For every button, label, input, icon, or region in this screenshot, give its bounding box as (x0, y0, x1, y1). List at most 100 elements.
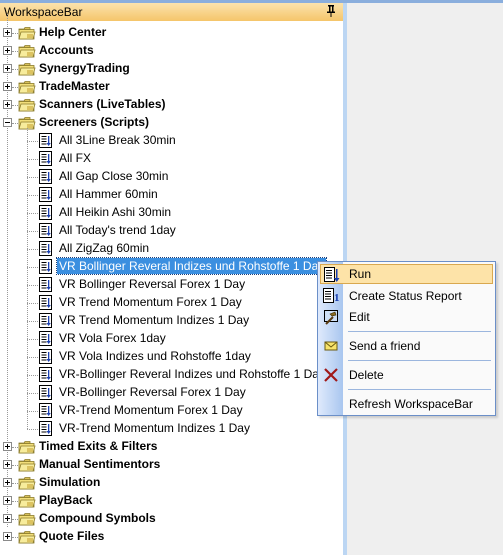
tree-script-item[interactable]: All Gap Close 30min (0, 168, 343, 186)
context-menu-item-run[interactable]: Run (320, 264, 493, 284)
expand-toggle-icon[interactable] (3, 442, 12, 451)
svg-text:1: 1 (334, 292, 339, 304)
folder-icon (18, 98, 36, 112)
expand-toggle-icon[interactable] (3, 478, 12, 487)
context-menu-item-label: Send a friend (349, 339, 421, 353)
tree-connector (27, 357, 38, 358)
tree-folder-item[interactable]: Accounts (0, 42, 343, 60)
pin-icon[interactable] (326, 4, 336, 18)
script-document-icon (39, 277, 52, 292)
script-document-icon (39, 421, 52, 436)
folder-icon (18, 62, 36, 76)
tree-script-label: All ZigZag 60min (59, 241, 150, 255)
edit-icon (323, 309, 339, 325)
tree-connector (27, 321, 38, 322)
context-menu-item-label: Refresh WorkspaceBar (349, 397, 473, 411)
tree-folder-label: Timed Exits & Filters (39, 439, 158, 453)
collapse-toggle-icon[interactable] (3, 118, 12, 127)
tree-connector (27, 267, 38, 268)
script-document-icon (39, 403, 52, 418)
tree-script-item[interactable]: All Heikin Ashi 30min (0, 204, 343, 222)
folder-icon (18, 494, 36, 508)
tree-script-item[interactable]: All ZigZag 60min (0, 240, 343, 258)
tree-connector (27, 303, 38, 304)
expand-toggle-icon[interactable] (3, 28, 12, 37)
tree-folder-item[interactable]: Screeners (Scripts) (0, 114, 343, 132)
tree-folder-item[interactable]: Scanners (LiveTables) (0, 96, 343, 114)
tree-script-label: VR Trend Momentum Forex 1 Day (59, 295, 242, 309)
tree-script-item[interactable]: VR-Trend Momentum Forex 1 Day (0, 402, 343, 420)
expand-toggle-icon[interactable] (3, 496, 12, 505)
folder-icon (18, 530, 36, 544)
tree-script-item[interactable]: VR-Trend Momentum Indizes 1 Day (0, 420, 343, 438)
folder-icon (18, 80, 36, 94)
context-menu-separator (348, 331, 491, 332)
tree-script-label: VR-Bollinger Reveral Indizes und Rohstof… (59, 367, 325, 381)
expand-toggle-icon[interactable] (3, 514, 12, 523)
tree-script-item[interactable]: VR-Bollinger Reversal Forex 1 Day (0, 384, 343, 402)
script-document-icon (39, 223, 52, 238)
expand-toggle-icon[interactable] (3, 460, 12, 469)
tree-script-label: VR Trend Momentum Indizes 1 Day (59, 313, 250, 327)
expand-toggle-icon[interactable] (3, 100, 12, 109)
context-menu-item-label: Run (349, 267, 372, 281)
context-menu-item-edit[interactable]: Edit (320, 307, 493, 327)
tree-folder-label: Simulation (39, 475, 101, 489)
tree-script-item[interactable]: VR Vola Indizes und Rohstoffe 1day (0, 348, 343, 366)
tree-folder-label: Scanners (LiveTables) (39, 97, 166, 111)
script-document-icon (39, 331, 52, 346)
run-script-icon (324, 267, 340, 283)
tree-folder-label: Help Center (39, 25, 107, 39)
expand-toggle-icon[interactable] (3, 46, 12, 55)
context-menu-separator (348, 360, 491, 361)
tree-folder-label: SynergyTrading (39, 61, 130, 75)
expand-toggle-icon[interactable] (3, 82, 12, 91)
tree-script-label: VR-Bollinger Reversal Forex 1 Day (59, 385, 246, 399)
context-menu: Run 1 Create Status Report Edit Send a frien… (317, 261, 496, 416)
script-document-icon (39, 241, 52, 256)
tree-connector (27, 177, 38, 178)
tree-folder-item[interactable]: Help Center (0, 24, 343, 42)
tree-script-label: All Heikin Ashi 30min (59, 205, 172, 219)
script-document-icon (39, 295, 52, 310)
expand-toggle-icon[interactable] (3, 64, 12, 73)
tree-script-item[interactable]: All 3Line Break 30min (0, 132, 343, 150)
tree-script-item[interactable]: VR Trend Momentum Indizes 1 Day (0, 312, 343, 330)
tree-script-item[interactable]: VR Bollinger Reveral Indizes und Rohstof… (0, 257, 343, 276)
tree-connector (27, 339, 38, 340)
tree-script-label: VR-Trend Momentum Indizes 1 Day (59, 421, 250, 435)
tree-folder-item[interactable]: Quote Files (0, 528, 343, 546)
script-document-icon (39, 133, 52, 148)
tree-connector (27, 393, 38, 394)
tree-folder-item[interactable]: Manual Sentimentors (0, 456, 343, 474)
tree-script-item[interactable]: All Today's trend 1day (0, 222, 343, 240)
tree-script-item[interactable]: VR Trend Momentum Forex 1 Day (0, 294, 343, 312)
context-menu-item-label: Edit (349, 310, 370, 324)
tree-script-label: All Gap Close 30min (59, 169, 169, 183)
tree-connector (27, 249, 38, 250)
context-menu-item-create-status-report[interactable]: 1 Create Status Report (320, 286, 493, 306)
context-menu-item-send-a-friend[interactable]: Send a friend (320, 336, 493, 356)
tree-child-connector (27, 128, 28, 429)
tree-folder-item[interactable]: SynergyTrading (0, 60, 343, 78)
tree-script-item[interactable]: All Hammer 60min (0, 186, 343, 204)
tree-folder-item[interactable]: Compound Symbols (0, 510, 343, 528)
tree-script-item[interactable]: VR Bollinger Reversal Forex 1 Day (0, 276, 343, 294)
tree-script-label: All Today's trend 1day (59, 223, 176, 237)
expand-toggle-icon[interactable] (3, 532, 12, 541)
tree-folder-label: Screeners (Scripts) (39, 115, 150, 129)
script-document-icon (39, 151, 52, 166)
context-menu-item-delete[interactable]: Delete (320, 365, 493, 385)
tree-script-item[interactable]: VR Vola Forex 1day (0, 330, 343, 348)
tree-script-item[interactable]: VR-Bollinger Reveral Indizes und Rohstof… (0, 366, 343, 384)
folder-icon (18, 440, 36, 454)
tree-folder-item[interactable]: Simulation (0, 474, 343, 492)
tree-folder-item[interactable]: PlayBack (0, 492, 343, 510)
folder-icon (18, 476, 36, 490)
tree-connector (27, 141, 38, 142)
tree-connector (27, 429, 38, 430)
tree-folder-item[interactable]: Timed Exits & Filters (0, 438, 343, 456)
tree-folder-item[interactable]: TradeMaster (0, 78, 343, 96)
context-menu-item-refresh-workspacebar[interactable]: Refresh WorkspaceBar (320, 394, 493, 414)
tree-script-item[interactable]: All FX (0, 150, 343, 168)
